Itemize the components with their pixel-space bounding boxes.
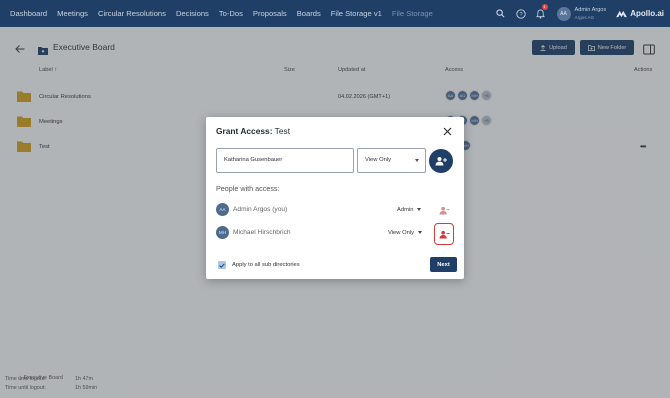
- person-role-select[interactable]: View Only: [388, 230, 422, 236]
- svg-text:?: ?: [519, 12, 522, 18]
- next-button[interactable]: Next: [430, 257, 457, 272]
- bell-icon[interactable]: 1: [531, 0, 551, 27]
- nav-proposals[interactable]: Proposals: [253, 9, 287, 18]
- nav-boards[interactable]: Boards: [297, 9, 321, 18]
- avatar: AA: [216, 203, 229, 216]
- brand-name: Apollo.ai: [630, 9, 664, 18]
- chevron-down-icon: [415, 159, 419, 162]
- grant-access-dialog: Grant Access: Test Katharina Gusenbauer …: [206, 117, 464, 279]
- brand-logo[interactable]: Apollo.ai: [616, 9, 664, 18]
- person-remove-icon: [439, 206, 450, 215]
- avatar: MH: [216, 226, 229, 239]
- user-avatar[interactable]: AA: [556, 6, 571, 21]
- person-name: Michael Hirschbrich: [233, 229, 291, 236]
- person-remove-icon: [439, 230, 450, 239]
- nav-circular-resolutions[interactable]: Circular Resolutions: [98, 9, 166, 18]
- close-icon[interactable]: [442, 124, 453, 136]
- nav-dashboard[interactable]: Dashboard: [10, 9, 47, 18]
- nav-file-storage[interactable]: File Storage: [392, 9, 433, 18]
- user-info[interactable]: Admin Argos Argos AG: [575, 7, 607, 21]
- remove-person-button[interactable]: [434, 201, 454, 219]
- user-org: Argos AG: [574, 14, 595, 20]
- nav-meetings[interactable]: Meetings: [57, 9, 88, 18]
- add-person-button[interactable]: [429, 149, 453, 173]
- role-select[interactable]: View Only: [357, 148, 426, 173]
- apollo-logo-icon: [616, 10, 628, 17]
- person-role-value: View Only: [388, 230, 414, 236]
- role-select-value: View Only: [365, 157, 391, 163]
- remove-person-button[interactable]: [434, 223, 454, 245]
- person-name: Admin Argos (you): [233, 206, 288, 213]
- chevron-down-icon: [418, 230, 422, 234]
- nav-right-group: ? 1 AA Admin Argos Argos AG Apollo.ai: [491, 0, 664, 27]
- person-role-select[interactable]: Admin: [397, 207, 422, 213]
- apply-subdirectories-label[interactable]: Apply to all sub directories: [232, 262, 300, 268]
- nav-todos[interactable]: To-Dos: [219, 9, 243, 18]
- apply-subdirectories-checkbox[interactable]: [218, 261, 226, 269]
- person-search-input[interactable]: Katharina Gusenbauer: [216, 148, 354, 173]
- person-role-value: Admin: [397, 207, 414, 213]
- person-add-icon: [435, 157, 447, 166]
- access-person-row: AA Admin Argos (you) Admin: [216, 201, 454, 221]
- notification-badge: 1: [541, 4, 548, 10]
- chevron-down-icon: [417, 207, 422, 211]
- help-icon[interactable]: ?: [511, 0, 531, 27]
- nav-file-storage-v1[interactable]: File Storage v1: [331, 9, 382, 18]
- access-person-row: MH Michael Hirschbrich View Only: [216, 223, 454, 245]
- search-icon[interactable]: [491, 0, 511, 27]
- dialog-title-name: Test: [274, 126, 291, 136]
- dialog-title: Grant Access: Test: [216, 126, 290, 136]
- checkmark-icon: [219, 262, 225, 268]
- dialog-title-prefix: Grant Access:: [216, 126, 273, 136]
- top-navigation: Dashboard Meetings Circular Resolutions …: [0, 0, 670, 27]
- user-name: Admin Argos: [574, 6, 607, 13]
- nav-decisions[interactable]: Decisions: [176, 9, 209, 18]
- people-with-access-label: People with access:: [216, 184, 280, 193]
